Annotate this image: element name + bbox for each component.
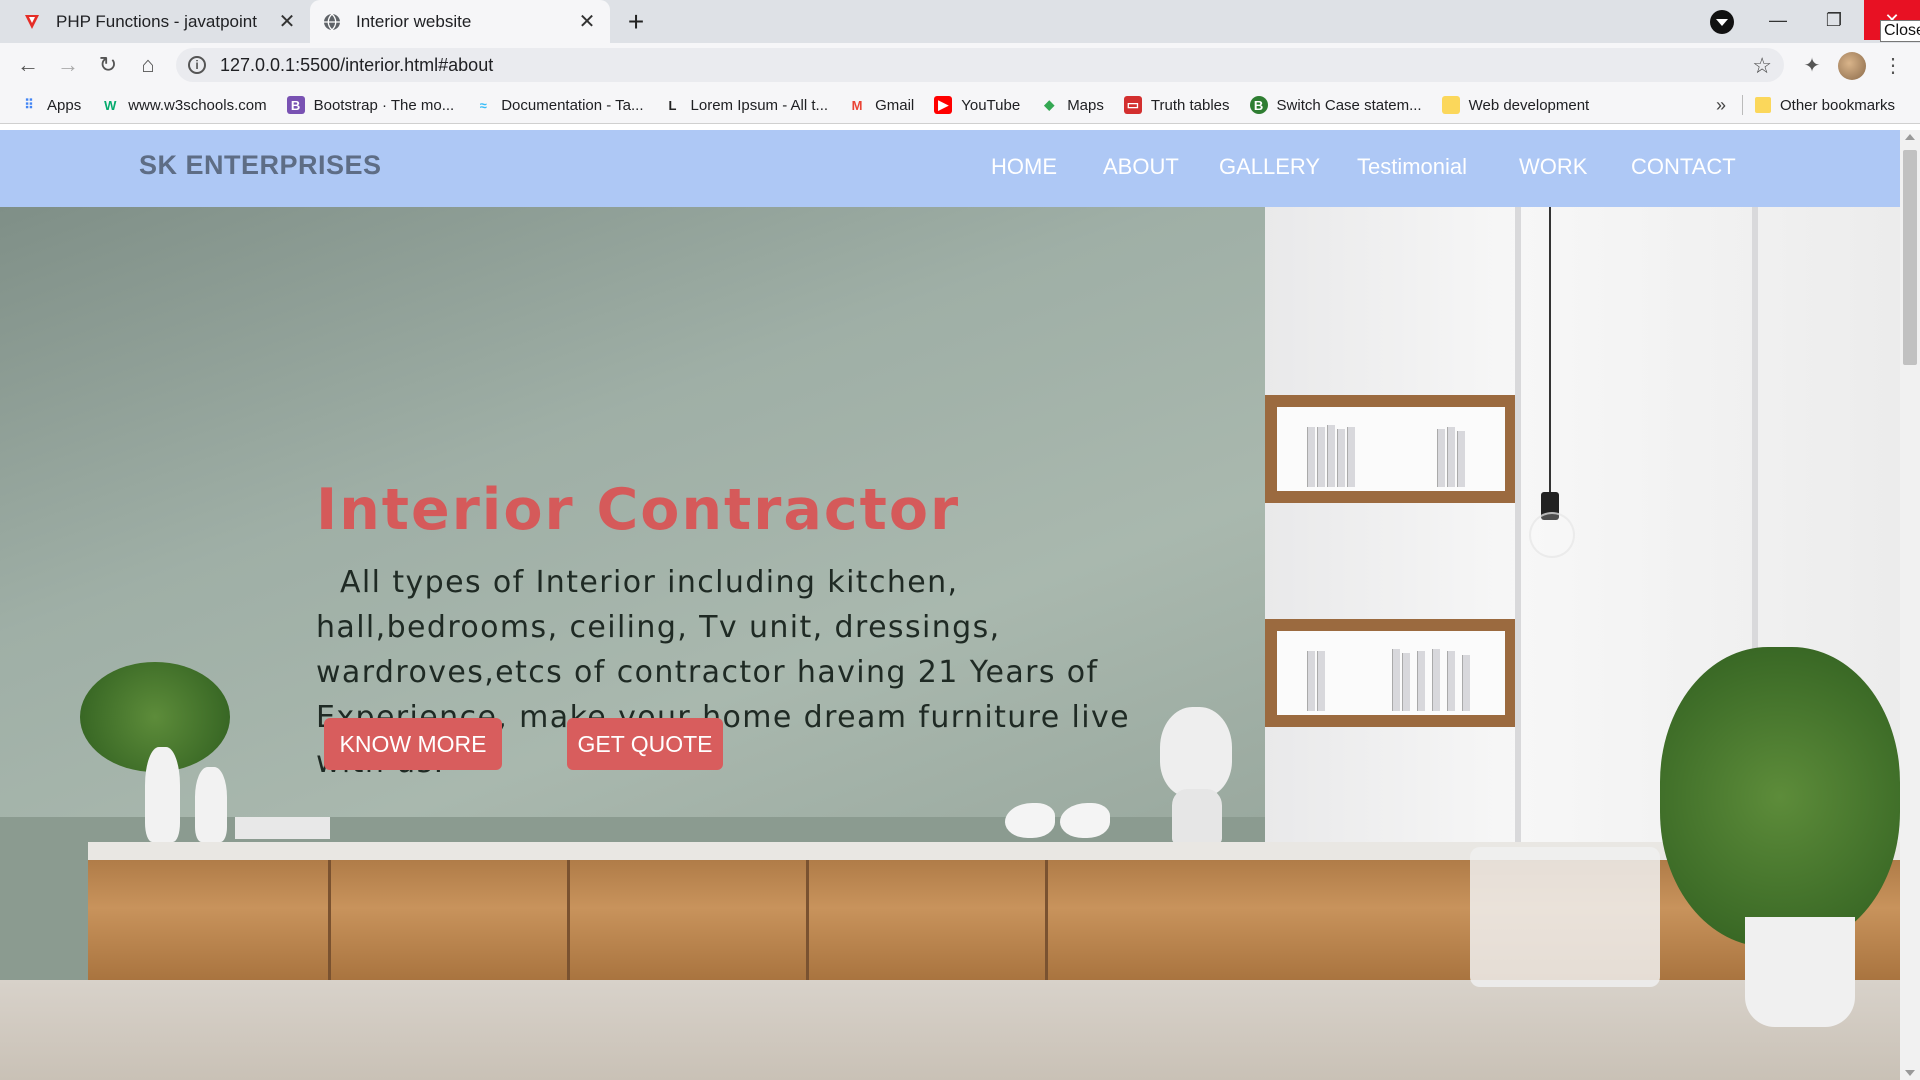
bookmark-item[interactable]: M Gmail bbox=[848, 96, 915, 114]
url-text: 127.0.0.1:5500/interior.html#about bbox=[220, 54, 494, 75]
web-page: SK ENTERPRISES HOME ABOUT GALLERY Testim… bbox=[0, 130, 1900, 1080]
bootstrap-icon: B bbox=[286, 96, 305, 114]
bookmark-label: Maps bbox=[1067, 96, 1104, 114]
tab-interior-website[interactable]: Interior website ✕ bbox=[310, 0, 610, 43]
bookmark-label: Gmail bbox=[875, 96, 915, 114]
switch-case-icon: B bbox=[1249, 96, 1268, 114]
browser-toolbar: ← → ↻ ⌂ i 127.0.0.1:5500/interior.html#a… bbox=[0, 43, 1920, 87]
tab-title: PHP Functions - javatpoint bbox=[56, 11, 257, 31]
nav-gallery[interactable]: GALLERY bbox=[1219, 154, 1320, 180]
site-navbar: SK ENTERPRISES HOME ABOUT GALLERY Testim… bbox=[0, 130, 1900, 207]
bookmark-label: Documentation - Ta... bbox=[501, 96, 644, 114]
bookmark-item[interactable]: B Switch Case statem... bbox=[1249, 96, 1422, 114]
restore-button[interactable]: ❐ bbox=[1806, 0, 1862, 40]
bookmark-item[interactable]: ≈ Documentation - Ta... bbox=[474, 96, 644, 114]
profile-avatar[interactable] bbox=[1838, 52, 1866, 80]
bookmark-label: Apps bbox=[47, 96, 82, 114]
nav-work[interactable]: WORK bbox=[1519, 154, 1587, 180]
globe-icon bbox=[322, 12, 342, 32]
lorem-icon: L bbox=[668, 97, 677, 113]
forward-arrow-icon[interactable]: → bbox=[52, 49, 84, 81]
site-info-icon[interactable]: i bbox=[188, 56, 206, 74]
nav-contact[interactable]: CONTACT bbox=[1631, 154, 1736, 180]
other-bookmarks-label: Other bookmarks bbox=[1780, 96, 1896, 114]
bookmark-label: Truth tables bbox=[1150, 96, 1230, 114]
other-bookmarks[interactable]: Other bookmarks bbox=[1755, 87, 1895, 123]
bookmark-item[interactable]: ⠿ Apps bbox=[20, 96, 81, 114]
address-bar[interactable]: i 127.0.0.1:5500/interior.html#about ☆ bbox=[176, 48, 1784, 82]
tailwind-icon: ≈ bbox=[479, 97, 487, 113]
bookmark-label: Switch Case statem... bbox=[1276, 96, 1422, 114]
bookmark-item[interactable]: L Lorem Ipsum - All t... bbox=[664, 96, 829, 114]
folder-icon bbox=[1755, 97, 1771, 113]
tab-php-functions[interactable]: PHP Functions - javatpoint ✕ bbox=[10, 0, 310, 43]
hero-section: Interior Contractor All types of Interio… bbox=[0, 207, 1900, 1080]
bookmark-label: YouTube bbox=[961, 96, 1021, 114]
bookmark-item[interactable]: B Bootstrap · The mo... bbox=[286, 96, 455, 114]
bookmarks-overflow-button[interactable]: » bbox=[1716, 87, 1726, 123]
bookmark-star-icon[interactable]: ☆ bbox=[1752, 53, 1772, 79]
back-arrow-icon[interactable]: ← bbox=[12, 49, 44, 81]
tab-strip: PHP Functions - javatpoint ✕ Interior we… bbox=[0, 0, 1920, 43]
tab-search-icon[interactable] bbox=[1710, 10, 1734, 34]
bookmark-item[interactable]: ▶ YouTube bbox=[934, 96, 1020, 114]
javatpoint-icon bbox=[22, 12, 42, 32]
scrollbar-thumb[interactable] bbox=[1903, 150, 1917, 365]
page-scrollbar[interactable] bbox=[1900, 130, 1920, 1080]
bookmark-item[interactable]: Web development bbox=[1441, 96, 1590, 114]
extensions-puzzle-icon[interactable]: ✦ bbox=[1796, 49, 1828, 81]
nav-testimonial[interactable]: Testimonial bbox=[1357, 154, 1467, 180]
new-tab-button[interactable]: + bbox=[622, 6, 650, 37]
nav-about[interactable]: ABOUT bbox=[1103, 154, 1179, 180]
nav-home[interactable]: HOME bbox=[991, 154, 1057, 180]
w3schools-icon: W bbox=[104, 97, 117, 113]
close-tooltip: Close bbox=[1880, 20, 1920, 42]
minimize-button[interactable]: — bbox=[1750, 0, 1806, 40]
folder-icon bbox=[1441, 96, 1460, 114]
bookmark-item[interactable]: ◆ Maps bbox=[1040, 96, 1104, 114]
scroll-down-arrow-icon[interactable] bbox=[1905, 1070, 1915, 1076]
bookmark-item[interactable]: Wwww.w3schools.com bbox=[101, 96, 267, 114]
gmail-icon: M bbox=[851, 97, 863, 113]
bookmark-item[interactable]: ▭ Truth tables bbox=[1123, 96, 1230, 114]
bookmark-label: www.w3schools.com bbox=[128, 96, 267, 114]
apps-grid-icon: ⠿ bbox=[24, 97, 34, 112]
bookmarks-bar: ⠿ Apps Wwww.w3schools.com B Bootstrap · The … bbox=[0, 87, 1920, 124]
maps-icon: ◆ bbox=[1044, 97, 1055, 112]
bookmark-label: Web development bbox=[1468, 96, 1590, 114]
get-quote-button[interactable]: GET QUOTE bbox=[567, 718, 723, 770]
youtube-icon: ▶ bbox=[934, 96, 953, 114]
tab-close-icon[interactable]: ✕ bbox=[576, 11, 598, 33]
tab-title: Interior website bbox=[356, 11, 472, 31]
know-more-button[interactable]: KNOW MORE bbox=[324, 718, 502, 770]
site-brand[interactable]: SK ENTERPRISES bbox=[139, 150, 382, 181]
hero-title: Interior Contractor bbox=[316, 477, 961, 543]
tab-close-icon[interactable]: ✕ bbox=[276, 11, 298, 33]
menu-kebab-icon[interactable]: ⋮ bbox=[1877, 49, 1909, 81]
truth-tables-icon: ▭ bbox=[1123, 96, 1142, 114]
reload-icon[interactable]: ↻ bbox=[92, 49, 124, 81]
scroll-up-arrow-icon[interactable] bbox=[1905, 134, 1915, 140]
bookmark-label: Bootstrap · The mo... bbox=[313, 96, 455, 114]
home-icon[interactable]: ⌂ bbox=[132, 49, 164, 81]
bookmark-label: Lorem Ipsum - All t... bbox=[690, 96, 829, 114]
bookmarks-separator bbox=[1742, 95, 1743, 115]
